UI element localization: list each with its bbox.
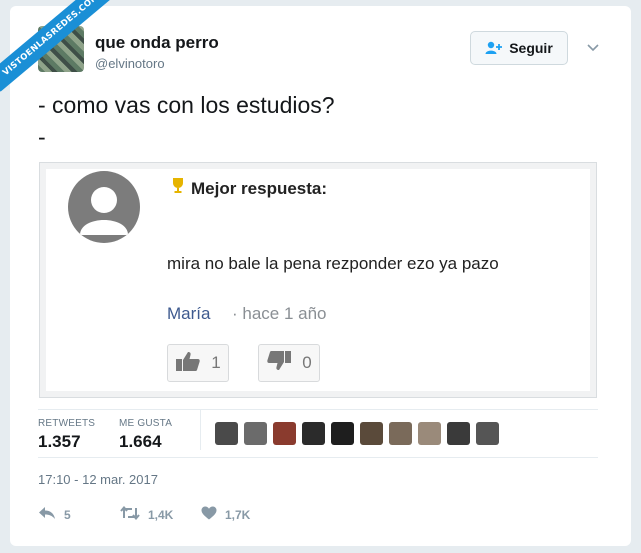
like-count: 1,7K: [225, 507, 251, 522]
likes-label: ME GUSTA: [119, 418, 173, 429]
trophy-icon: [171, 177, 185, 200]
downvote-box: 0: [258, 344, 320, 382]
liker-avatar[interactable]: [418, 422, 441, 445]
tweet-text-line-2: -: [38, 124, 46, 150]
liker-avatar[interactable]: [273, 422, 296, 445]
retweet-count: 1,4K: [148, 507, 174, 522]
answer-time: · hace 1 año: [232, 304, 327, 323]
thumbs-up-icon: [175, 350, 201, 377]
chevron-down-icon[interactable]: [586, 40, 600, 58]
liker-avatar[interactable]: [389, 422, 412, 445]
answer-avatar: [68, 171, 140, 243]
retweet-icon: [120, 505, 140, 523]
retweet-button[interactable]: 1,4K: [120, 505, 174, 523]
liker-avatar[interactable]: [360, 422, 383, 445]
retweets-label: RETWEETS: [38, 418, 96, 429]
best-answer-title: Mejor respuesta:: [191, 179, 328, 198]
liker-avatar[interactable]: [447, 422, 470, 445]
reply-button[interactable]: 5: [38, 506, 71, 523]
tweet-timestamp[interactable]: 17:10 - 12 mar. 2017: [38, 472, 158, 487]
upvote-count: 1: [211, 353, 221, 372]
heart-icon: [201, 506, 217, 523]
retweets-count[interactable]: 1.357: [38, 432, 81, 452]
embedded-image[interactable]: Mejor respuesta: mira no bale la pena re…: [39, 162, 597, 398]
divider: [38, 409, 598, 410]
follow-button[interactable]: Seguir: [470, 31, 568, 65]
liker-avatar[interactable]: [476, 422, 499, 445]
likes-count[interactable]: 1.664: [119, 432, 162, 452]
thumbs-down-icon: [266, 350, 292, 377]
downvote-count: 0: [302, 353, 312, 372]
divider: [38, 457, 598, 458]
author-display-name[interactable]: que onda perro: [95, 33, 219, 53]
stats-separator: [200, 410, 201, 450]
liker-avatar[interactable]: [331, 422, 354, 445]
tweet-card: VISTOENLASREDES.COM que onda perro @elvi…: [0, 0, 631, 546]
reply-icon: [38, 506, 56, 523]
liker-avatar[interactable]: [244, 422, 267, 445]
upvote-box: 1: [167, 344, 229, 382]
author-handle[interactable]: @elvinotoro: [95, 56, 165, 71]
like-button[interactable]: 1,7K: [201, 506, 250, 523]
answer-text: mira no bale la pena rezponder ezo ya pa…: [167, 254, 499, 273]
liker-avatars: [215, 422, 499, 445]
liker-avatar[interactable]: [302, 422, 325, 445]
answer-card: Mejor respuesta: mira no bale la pena re…: [46, 169, 590, 391]
tweet-text-line-1: - como vas con los estudios?: [38, 92, 335, 118]
reply-count: 5: [64, 507, 71, 522]
liker-avatar[interactable]: [215, 422, 238, 445]
answer-author: María: [167, 304, 211, 323]
follow-button-label: Seguir: [509, 40, 553, 56]
add-user-icon: [485, 41, 503, 55]
